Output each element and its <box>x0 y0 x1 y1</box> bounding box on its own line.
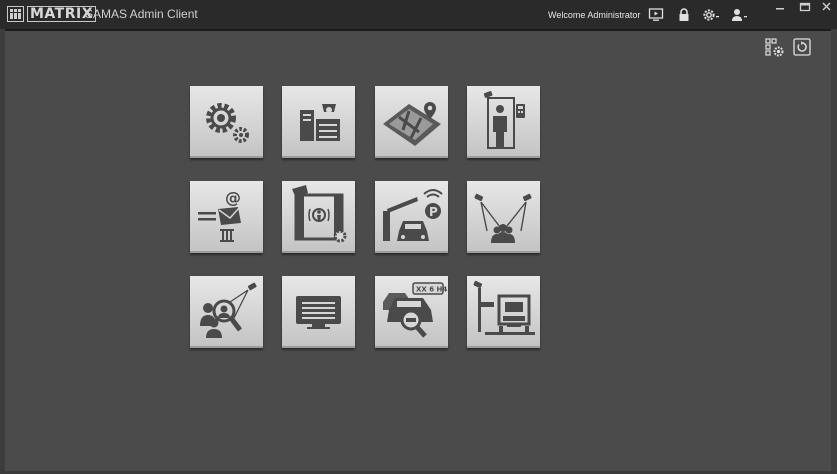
svg-text:@: @ <box>225 188 241 207</box>
tile-video-analytics[interactable] <box>282 181 355 253</box>
gear-dropdown-icon[interactable] <box>702 7 722 23</box>
minimize-button[interactable] <box>770 0 790 14</box>
svg-text:P: P <box>429 205 438 219</box>
video-wall-display-icon <box>296 296 341 329</box>
maximize-button[interactable] <box>795 0 815 14</box>
tile-license-plate[interactable]: XX 6 H45 <box>375 276 448 348</box>
close-button[interactable] <box>818 0 836 14</box>
door-access-control-icon <box>483 91 525 149</box>
grid-settings-icon[interactable] <box>765 38 785 58</box>
video-motion-analytics-icon <box>292 185 347 243</box>
vehicle-weighbridge-icon <box>473 280 535 335</box>
server-camera-devices-icon <box>300 104 340 141</box>
tile-notifications[interactable]: @ <box>190 181 263 253</box>
tile-weighbridge[interactable] <box>467 276 540 348</box>
multi-camera-people-icon <box>474 193 532 243</box>
welcome-text: Welcome Administrator <box>548 10 641 20</box>
parking-barrier-icon: P <box>383 189 443 241</box>
left-border <box>0 29 5 474</box>
license-plate-search-icon: XX 6 H45 <box>383 282 448 338</box>
tile-access-control[interactable] <box>467 86 540 158</box>
logo-mark-icon <box>7 6 24 22</box>
tile-face-recognition[interactable] <box>190 276 263 348</box>
refresh-icon[interactable] <box>793 38 811 56</box>
svg-text:XX 6 H45: XX 6 H45 <box>416 286 448 294</box>
tile-devices[interactable] <box>282 86 355 158</box>
email-notification-icon: @ <box>198 188 241 242</box>
user-dropdown-icon[interactable] <box>730 7 750 23</box>
tile-parking[interactable]: P <box>375 181 448 253</box>
tile-people-counting[interactable] <box>467 181 540 253</box>
tile-video-wall[interactable] <box>282 276 355 348</box>
matrix-logo: MATRIX <box>7 6 97 22</box>
lock-icon[interactable] <box>676 7 692 23</box>
monitor-play-icon[interactable] <box>648 7 664 23</box>
face-recognition-icon <box>200 282 257 338</box>
tile-system-settings[interactable] <box>190 86 263 158</box>
map-site-icon <box>383 102 441 146</box>
app-title: SAMAS Admin Client <box>85 7 198 21</box>
system-settings-icon <box>206 103 249 143</box>
title-bar: MATRIX SAMAS Admin Client Welcome Admini… <box>0 0 837 31</box>
tile-site-map[interactable] <box>375 86 448 158</box>
right-border <box>831 29 837 474</box>
